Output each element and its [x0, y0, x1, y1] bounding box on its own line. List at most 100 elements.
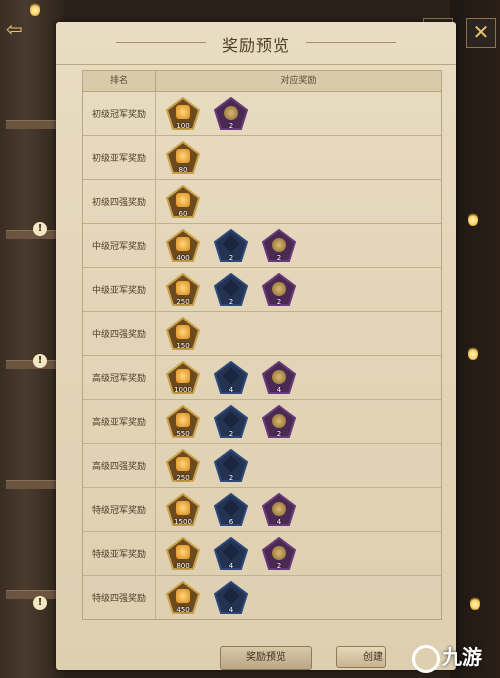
- rank-label: 初级冠军奖励: [83, 92, 156, 135]
- logo-icon: [412, 644, 440, 673]
- reward-quantity: 80: [178, 165, 188, 174]
- blue-reward-icon[interactable]: 4: [214, 360, 248, 395]
- gold-reward-icon[interactable]: 800: [166, 536, 200, 571]
- candle-flame-icon: [470, 596, 480, 610]
- title-decoration: [306, 42, 396, 43]
- gold-reward-icon[interactable]: 100: [166, 96, 200, 131]
- reward-list: 250 2 2: [156, 268, 441, 311]
- gold-reward-icon[interactable]: 1500: [166, 492, 200, 527]
- table-row: 中级四强奖励 150: [83, 312, 441, 356]
- reward-quantity: 250: [176, 297, 190, 306]
- reward-quantity: 6: [228, 517, 234, 526]
- purple-reward-icon[interactable]: 2: [262, 228, 296, 263]
- blue-reward-icon[interactable]: 2: [214, 228, 248, 263]
- table-row: 中级冠军奖励 400 2 2: [83, 224, 441, 268]
- background-left-shelves: [0, 0, 64, 678]
- purple-reward-icon[interactable]: 4: [262, 492, 296, 527]
- blue-reward-icon[interactable]: 4: [214, 536, 248, 571]
- blue-reward-icon[interactable]: 2: [214, 448, 248, 483]
- reward-quantity: 2: [276, 429, 282, 438]
- reward-list: 450 4: [156, 576, 441, 619]
- column-header-reward: 对应奖励: [280, 76, 317, 86]
- gold-reward-icon[interactable]: 550: [166, 404, 200, 439]
- blue-reward-icon[interactable]: 4: [214, 580, 248, 615]
- gold-reward-icon[interactable]: 1000: [166, 360, 200, 395]
- column-header-rank: 排名: [83, 71, 156, 91]
- rank-label: 中级冠军奖励: [83, 224, 156, 267]
- gold-reward-icon[interactable]: 400: [166, 228, 200, 263]
- reward-quantity: 60: [178, 209, 188, 218]
- reward-quantity: 400: [176, 253, 190, 262]
- alert-icon[interactable]: !: [33, 222, 47, 236]
- reward-quantity: 4: [228, 385, 234, 394]
- rank-label: 中级亚军奖励: [83, 268, 156, 311]
- reward-list: 1000 4 4: [156, 356, 441, 399]
- table-row: 高级四强奖励 250 2: [83, 444, 441, 488]
- background-right: [450, 0, 500, 678]
- table-row: 特级四强奖励 450 4: [83, 576, 441, 619]
- gold-reward-icon[interactable]: 150: [166, 316, 200, 351]
- reward-list: 60: [156, 180, 441, 223]
- reward-quantity: 4: [276, 517, 282, 526]
- reward-list: 1500 6 4: [156, 488, 441, 531]
- reward-preview-button[interactable]: 奖励预览: [220, 646, 312, 670]
- reward-quantity: 2: [276, 561, 282, 570]
- rank-label: 高级冠军奖励: [83, 356, 156, 399]
- reward-quantity: 2: [228, 121, 234, 130]
- shelf-divider: [6, 360, 58, 369]
- reward-list: 550 2 2: [156, 400, 441, 443]
- reward-quantity: 800: [176, 561, 190, 570]
- rank-label: 高级四强奖励: [83, 444, 156, 487]
- close-button[interactable]: ✕: [466, 18, 496, 48]
- alert-icon[interactable]: !: [33, 596, 47, 610]
- shelf-divider: [6, 480, 58, 489]
- table-body: 初级冠军奖励 100 2 初级亚军奖励 80 初级四强奖励 60 中级冠军奖励 400 2 2 中级亚…: [83, 92, 441, 619]
- back-arrow-icon[interactable]: ⇦: [6, 18, 38, 40]
- reward-quantity: 1500: [174, 517, 192, 526]
- reward-list: 100 2: [156, 92, 441, 135]
- gold-reward-icon[interactable]: 60: [166, 184, 200, 219]
- purple-reward-icon[interactable]: 2: [262, 536, 296, 571]
- rank-label: 特级冠军奖励: [83, 488, 156, 531]
- table-row: 特级冠军奖励 1500 6 4: [83, 488, 441, 532]
- reward-quantity: 250: [176, 473, 190, 482]
- gold-reward-icon[interactable]: 250: [166, 272, 200, 307]
- rank-label: 特级亚军奖励: [83, 532, 156, 575]
- blue-reward-icon[interactable]: 2: [214, 404, 248, 439]
- create-button[interactable]: 创建: [336, 646, 386, 668]
- gold-reward-icon[interactable]: 450: [166, 580, 200, 615]
- reward-quantity: 4: [228, 605, 234, 614]
- rank-label: 初级四强奖励: [83, 180, 156, 223]
- rank-label: 初级亚军奖励: [83, 136, 156, 179]
- reward-quantity: 2: [276, 253, 282, 262]
- blue-reward-icon[interactable]: 2: [214, 272, 248, 307]
- blue-reward-icon[interactable]: 6: [214, 492, 248, 527]
- reward-quantity: 2: [276, 297, 282, 306]
- candle-flame-icon: [468, 346, 478, 360]
- gold-reward-icon[interactable]: 80: [166, 140, 200, 175]
- purple-reward-icon[interactable]: 2: [262, 404, 296, 439]
- table-row: 初级冠军奖励 100 2: [83, 92, 441, 136]
- watermark-text: 九游: [442, 645, 482, 669]
- watermark-logo: 九游: [412, 640, 496, 674]
- table-row: 特级亚军奖励 800 4 2: [83, 532, 441, 576]
- reward-quantity: 1000: [174, 385, 192, 394]
- gold-reward-icon[interactable]: 250: [166, 448, 200, 483]
- rank-label: 高级亚军奖励: [83, 400, 156, 443]
- reward-quantity: 4: [228, 561, 234, 570]
- purple-reward-icon[interactable]: 2: [214, 96, 248, 131]
- reward-quantity: 100: [176, 121, 190, 130]
- table-row: 中级亚军奖励 250 2 2: [83, 268, 441, 312]
- page-title: 奖励预览: [221, 36, 290, 55]
- reward-quantity: 450: [176, 605, 190, 614]
- purple-reward-icon[interactable]: 2: [262, 272, 296, 307]
- reward-quantity: 4: [276, 385, 282, 394]
- panel-header: 奖励预览: [56, 22, 456, 65]
- table-row: 初级四强奖励 60: [83, 180, 441, 224]
- candle-flame-icon: [30, 2, 40, 16]
- reward-quantity: 2: [228, 297, 234, 306]
- alert-icon[interactable]: !: [33, 354, 47, 368]
- purple-reward-icon[interactable]: 4: [262, 360, 296, 395]
- reward-preview-panel: 奖励预览 排名 对应奖励 初级冠军奖励 100 2 初级亚军奖励 80 初级四强奖励 60 中…: [56, 22, 456, 670]
- reward-quantity: 2: [228, 429, 234, 438]
